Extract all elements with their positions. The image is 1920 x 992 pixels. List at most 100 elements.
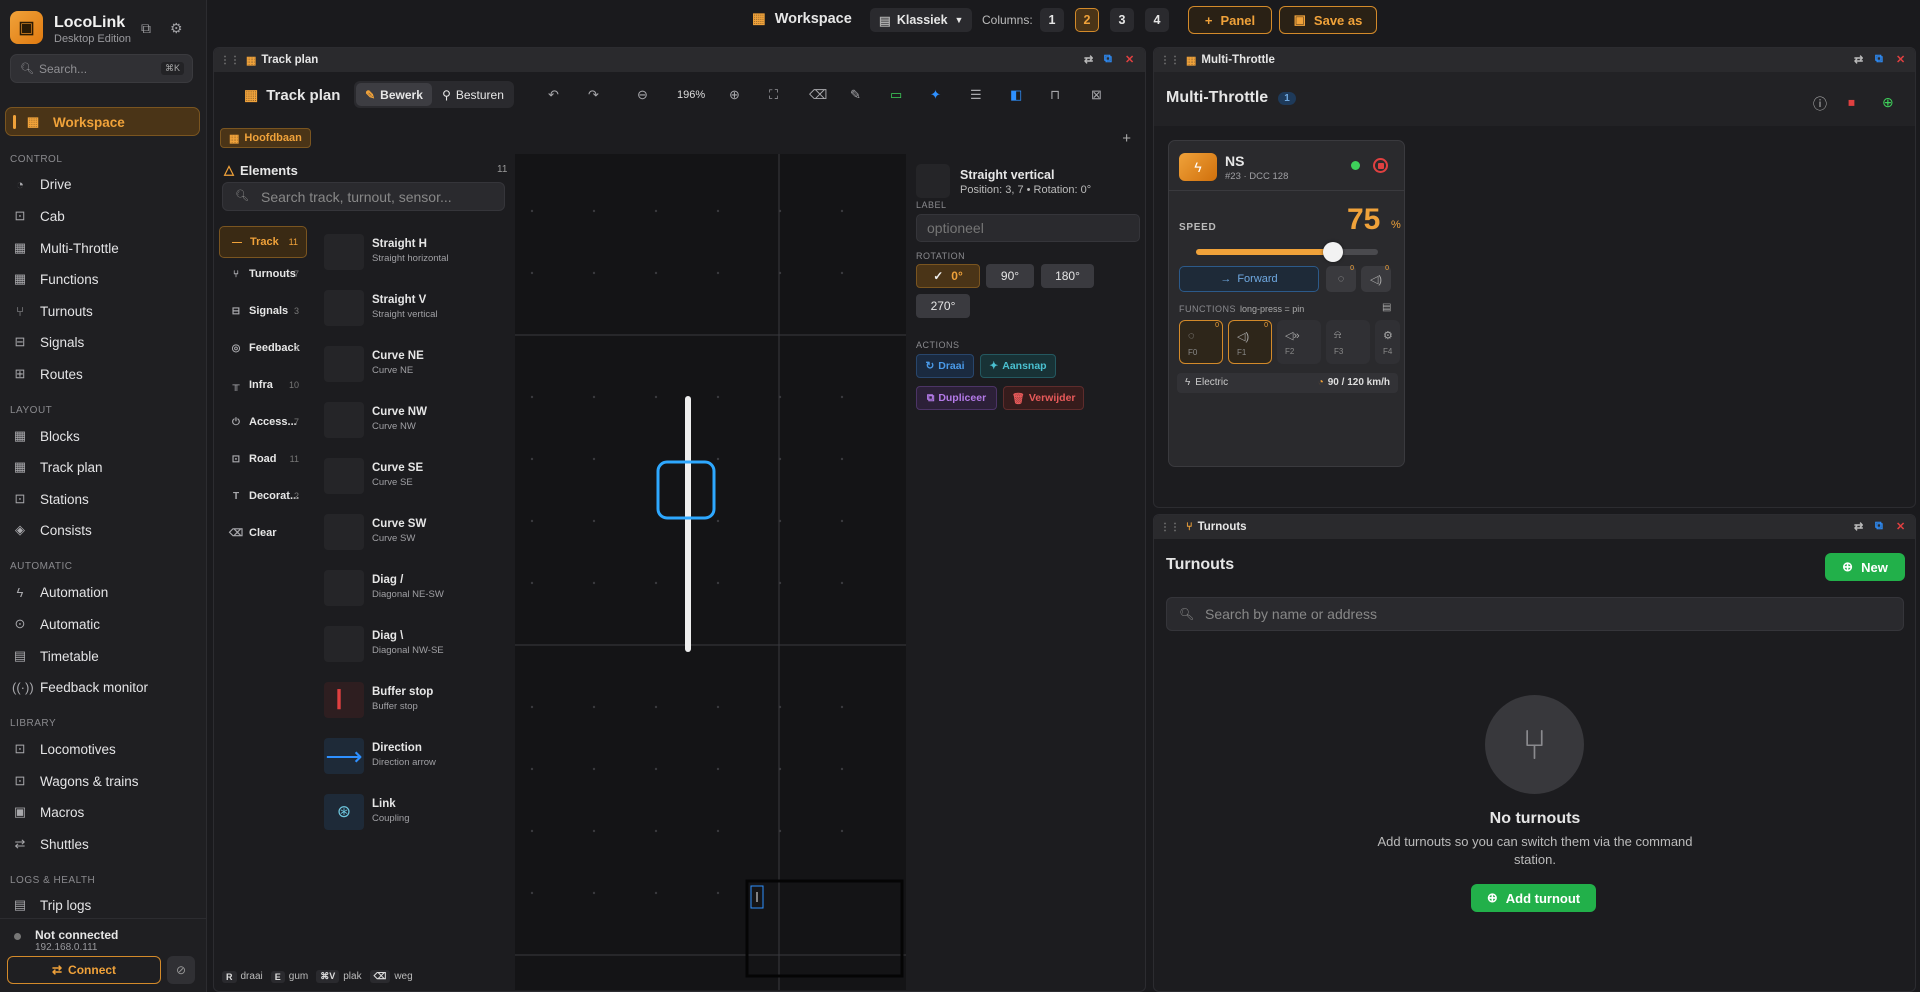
keyboard-icon[interactable]: ▤ <box>1382 302 1391 313</box>
sidebar-item-blocks[interactable]: ▦ Blocks <box>12 426 80 446</box>
column-button-1[interactable]: 1 <box>1040 8 1064 32</box>
column-button-3[interactable]: 3 <box>1110 8 1134 32</box>
zoom-in-icon[interactable]: ⊕ <box>729 87 740 103</box>
category-track[interactable]: — Track 11 <box>219 226 307 258</box>
control-mode-button[interactable]: ⚲ Besturen <box>434 83 512 106</box>
minimap[interactable] <box>745 879 904 978</box>
swap-icon[interactable]: ⇄ <box>1854 520 1863 533</box>
close-icon[interactable]: ✕ <box>1896 520 1905 533</box>
sidebar-item-drive[interactable]: ◔ Drive <box>12 174 71 194</box>
sidebar-item-wagons-trains[interactable]: ⊡ Wagons & trains <box>12 771 139 791</box>
turnout-search-input[interactable]: 🔍︎ Search by name or address <box>1166 597 1904 631</box>
rotation-0-button[interactable]: ✓ 0° <box>916 264 980 288</box>
add-throttle-icon[interactable]: ⊕ <box>1882 94 1894 111</box>
sidebar-item-routes[interactable]: ⊞ Routes <box>12 364 83 384</box>
category-signals[interactable]: ⊟ Signals 3 <box>219 295 307 327</box>
swap-icon[interactable]: ⇄ <box>1854 53 1863 66</box>
column-button-2[interactable]: 2 <box>1075 8 1099 32</box>
category-accessories[interactable]: ⏻ Access... 7 <box>219 406 307 438</box>
sidebar-item-automatic[interactable]: ⊙ Automatic <box>12 614 100 634</box>
drag-handle-icon[interactable]: ⋮⋮ <box>1160 522 1180 533</box>
connect-button[interactable]: ⇄ Connect <box>7 956 161 984</box>
ruler-icon[interactable]: ▭ <box>890 87 902 103</box>
undo-icon[interactable]: ↶ <box>548 87 559 103</box>
sidebar-item-workspace-label[interactable]: ▦ Workspace <box>25 112 125 132</box>
loco-stop-icon[interactable] <box>1373 158 1388 173</box>
palette-item-buffer-stop[interactable]: ▎ Buffer stop Buffer stop <box>324 676 504 724</box>
add-turnout-button[interactable]: ⊕ Add turnout <box>1471 884 1596 912</box>
fit-icon[interactable]: ⛶ <box>769 87 778 103</box>
close-icon[interactable]: ✕ <box>1125 53 1134 66</box>
rotate-button[interactable]: ↻ Draai <box>916 354 974 378</box>
function-f2[interactable]: ◁» F2 <box>1277 320 1321 364</box>
sidebar-item-consists[interactable]: ◈ Consists <box>12 520 92 540</box>
drag-handle-icon[interactable]: ⋮⋮ <box>1160 55 1180 66</box>
close-icon[interactable]: ✕ <box>1896 53 1905 66</box>
drag-handle-icon[interactable]: ⋮⋮ <box>220 55 240 66</box>
brush-icon[interactable]: ✎ <box>850 87 861 103</box>
redo-icon[interactable]: ↷ <box>588 87 599 103</box>
clear-plan-icon[interactable]: ⊠ <box>1091 87 1102 103</box>
sidebar-item-stations[interactable]: ⊡ Stations <box>12 489 89 509</box>
track-canvas[interactable] <box>515 154 906 990</box>
function-f1[interactable]: ◁) F1 0 <box>1228 320 1272 364</box>
palette-item-diag-ne-sw[interactable]: Diag / Diagonal NE-SW <box>324 564 504 612</box>
direction-button[interactable]: → Forward <box>1179 266 1319 292</box>
snap-button[interactable]: ✦ Aansnap <box>980 354 1056 378</box>
popout-icon[interactable]: ⧉ <box>141 20 151 37</box>
eraser-icon[interactable]: ⌫ <box>809 87 827 103</box>
popout-icon[interactable]: ⧉ <box>1104 53 1112 66</box>
palette-item-curve-se[interactable]: Curve SE Curve SE <box>324 452 504 500</box>
sidebar-item-functions[interactable]: ▦ Functions <box>12 269 99 289</box>
edit-mode-button[interactable]: ✎ Bewerk <box>356 83 432 106</box>
rotation-180-button[interactable]: 180° <box>1041 264 1094 288</box>
delete-button[interactable]: 🗑︎ Verwijder <box>1003 386 1084 410</box>
sidebar-item-feedback-monitor[interactable]: ((·)) Feedback monitor <box>12 677 148 697</box>
add-panel-button[interactable]: + Panel <box>1188 6 1272 34</box>
rotation-90-button[interactable]: 90° <box>986 264 1034 288</box>
sidebar-item-multi-throttle[interactable]: ▦ Multi-Throttle <box>12 238 119 258</box>
tab-hoofdbaan[interactable]: ▦ Hoofdbaan <box>220 128 311 148</box>
add-tab-icon[interactable]: + <box>1122 130 1131 147</box>
sidebar-toggle-icon[interactable]: ◧ <box>1010 87 1022 103</box>
palette-item-curve-sw[interactable]: Curve SW Curve SW <box>324 508 504 556</box>
category-decorations[interactable]: T Decorat... 2 <box>219 480 307 512</box>
sidebar-item-trip-logs[interactable]: ▤ Trip logs <box>12 896 91 914</box>
info-icon[interactable]: ⓘ <box>1813 94 1827 114</box>
function-f3[interactable]: ⍾ F3 <box>1326 320 1370 364</box>
function-f0[interactable]: ◌ F0 0 <box>1179 320 1223 364</box>
settings-gear-icon[interactable]: ⚙ <box>170 20 183 37</box>
sidebar-item-shuttles[interactable]: ⇄ Shuttles <box>12 834 89 854</box>
popout-icon[interactable]: ⧉ <box>1875 53 1883 66</box>
category-clear[interactable]: ⌫ Clear <box>219 517 307 549</box>
label-input[interactable] <box>916 214 1140 242</box>
sidebar-item-track-plan[interactable]: ▦ Track plan <box>12 457 103 477</box>
palette-item-direction[interactable]: ⟶ Direction Direction arrow <box>324 732 504 780</box>
straight-vertical-track[interactable] <box>685 396 691 652</box>
column-button-4[interactable]: 4 <box>1145 8 1169 32</box>
layout-select[interactable]: ▤ Klassiek ▼ <box>870 8 973 32</box>
speed-slider-knob[interactable] <box>1322 242 1343 262</box>
palette-item-diag-nw-se[interactable]: Diag \ Diagonal NW-SE <box>324 620 504 668</box>
sidebar-item-turnouts[interactable]: ⑂ Turnouts <box>12 301 93 321</box>
duplicate-button[interactable]: ⧉ Dupliceer <box>916 386 997 410</box>
sidebar-item-automation[interactable]: ϟ Automation <box>12 582 109 602</box>
category-feedback[interactable]: ◎ Feedback 3 <box>219 332 307 364</box>
light-toggle[interactable]: ◌ 0 <box>1326 265 1356 292</box>
palette-item-straight-h[interactable]: Straight H Straight horizontal <box>324 228 504 276</box>
sidebar-item-signals[interactable]: ⊟ Signals <box>12 332 85 352</box>
popout-icon[interactable]: ⧉ <box>1875 520 1883 533</box>
palette-item-link[interactable]: ⊛ Link Coupling <box>324 788 504 836</box>
new-turnout-button[interactable]: ⊕ New <box>1825 553 1905 581</box>
category-turnouts[interactable]: ⑂ Turnouts 7 <box>219 258 307 290</box>
sidebar-item-locomotives[interactable]: ⊡ Locomotives <box>12 739 116 759</box>
paint-icon[interactable]: ⊓ <box>1050 87 1060 103</box>
category-infra[interactable]: ╥ Infra 10 <box>219 369 307 401</box>
sound-toggle[interactable]: ◁) 0 <box>1361 265 1391 292</box>
palette-item-curve-ne[interactable]: Curve NE Curve NE <box>324 340 504 388</box>
rotation-270-button[interactable]: 270° <box>916 294 970 318</box>
function-f4[interactable]: ⚙ F4 <box>1375 320 1400 364</box>
sidebar-item-timetable[interactable]: ▤ Timetable <box>12 646 99 666</box>
palette-item-curve-nw[interactable]: Curve NW Curve NW <box>324 396 504 444</box>
swap-icon[interactable]: ⇄ <box>1084 53 1093 66</box>
